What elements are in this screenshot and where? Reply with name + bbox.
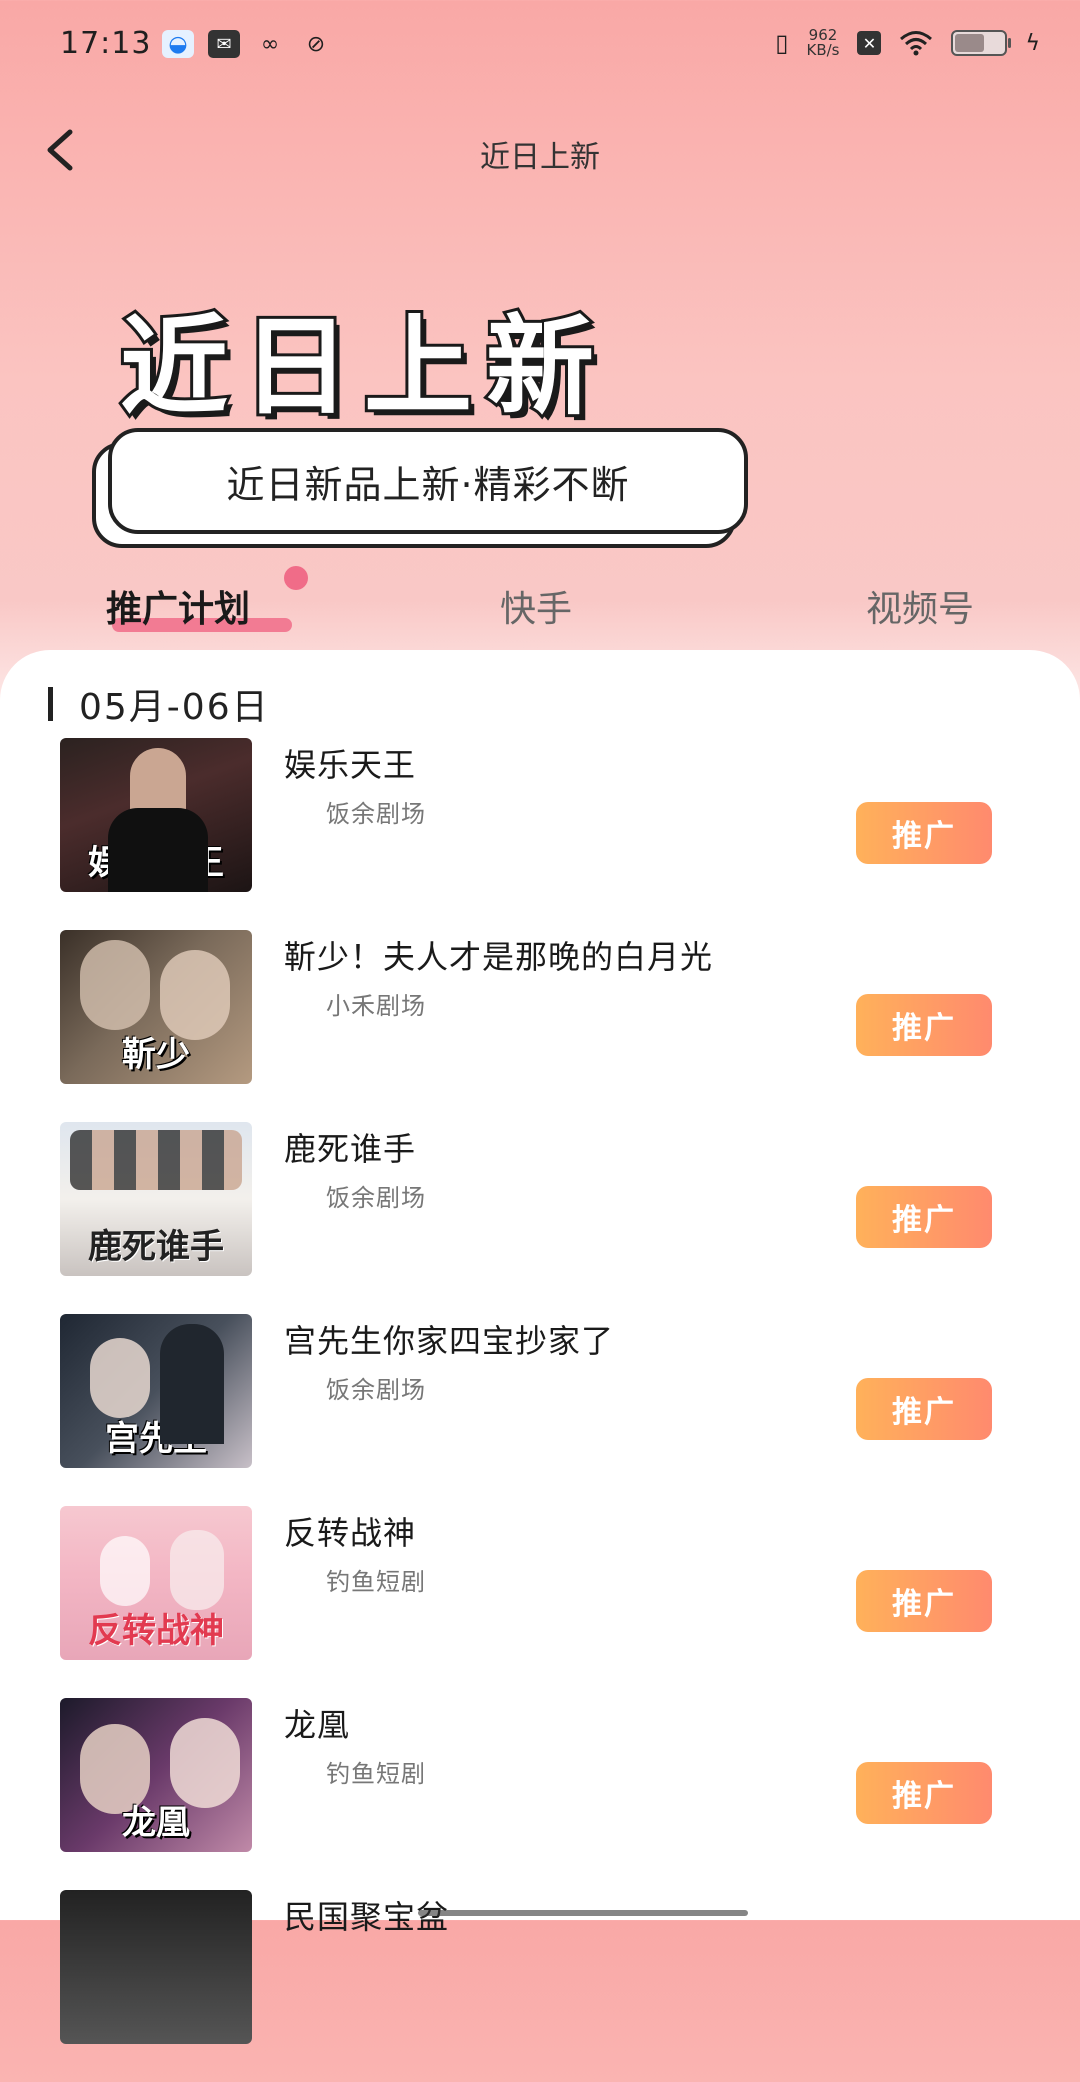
status-right: ▯ 962 KB/s ✕ ϟ <box>775 28 1040 58</box>
list-item[interactable]: 鹿死谁手 鹿死谁手 饭余剧场 推广 <box>0 1122 1080 1314</box>
link-icon: ∞ <box>260 31 280 57</box>
top-nav: 近日上新 <box>0 120 1080 180</box>
promote-button[interactable]: 推广 <box>856 1186 992 1248</box>
tab-video-account[interactable]: 视频号 <box>866 580 974 632</box>
drama-source: 钓鱼短剧 <box>326 1568 426 1596</box>
date-header: 05月-06日 <box>48 678 270 730</box>
date-label: 05月-06日 <box>79 687 270 728</box>
wifi-icon <box>900 31 933 56</box>
mail-icon: ✉ <box>208 30 240 58</box>
hero-tagline: 近日新品上新·精彩不断 <box>108 428 748 534</box>
list-item[interactable]: 娱乐天王 娱乐天王 饭余剧场 推广 <box>0 738 1080 930</box>
drama-source: 小禾剧场 <box>326 992 426 1020</box>
battery-icon <box>951 30 1012 56</box>
drama-source: 饭余剧场 <box>326 1184 426 1212</box>
drama-title[interactable]: 鹿死谁手 <box>284 1124 416 1170</box>
drama-title[interactable]: 靳少！夫人才是那晚的白月光 <box>284 932 713 978</box>
app-swoosh-icon: ⊘ <box>306 31 326 57</box>
poster-image[interactable]: 靳少 <box>60 930 252 1084</box>
list-item[interactable]: 靳少 靳少！夫人才是那晚的白月光 小禾剧场 推广 <box>0 930 1080 1122</box>
poster-image[interactable]: 宫先生 <box>60 1314 252 1468</box>
vibrate-icon: ▯ <box>775 29 789 57</box>
poster-title: 娱乐天王 <box>88 843 224 883</box>
date-marker <box>48 687 53 721</box>
bolt-icon: ϟ <box>1025 30 1040 56</box>
drama-title[interactable]: 娱乐天王 <box>284 740 416 786</box>
poster-image[interactable]: 鹿死谁手 <box>60 1122 252 1276</box>
platform-tabs: 推广计划 快手 视频号 <box>0 566 1080 640</box>
list-item[interactable]: 反转战神 反转战神 钓鱼短剧 推广 <box>0 1506 1080 1698</box>
home-indicator[interactable] <box>418 1910 748 1916</box>
drama-title[interactable]: 反转战神 <box>284 1508 416 1554</box>
battery-level <box>955 34 985 52</box>
poster-image[interactable]: 龙凰 <box>60 1698 252 1852</box>
network-speed: 962 KB/s <box>806 28 839 58</box>
poster-image[interactable]: 反转战神 <box>60 1506 252 1660</box>
drama-source: 饭余剧场 <box>326 800 426 828</box>
promote-button[interactable]: 推广 <box>856 994 992 1056</box>
page-title: 近日上新 <box>480 140 600 175</box>
content-panel: 05月-06日 娱乐天王 娱乐天王 饭余剧场 推广 靳少 靳少！夫人才是那晚的白… <box>0 650 1080 2044</box>
promote-button[interactable]: 推广 <box>856 1762 992 1824</box>
app-notification-icon: ◒ <box>162 30 194 58</box>
poster-title: 鹿死谁手 <box>88 1227 224 1267</box>
poster-title: 反转战神 <box>88 1611 224 1651</box>
promote-button[interactable]: 推广 <box>856 802 992 864</box>
tab-kuaishou[interactable]: 快手 <box>500 580 572 632</box>
poster-image[interactable]: 娱乐天王 <box>60 738 252 892</box>
list-item[interactable]: 宫先生 宫先生你家四宝抄家了 饭余剧场 推广 <box>0 1314 1080 1506</box>
drama-title[interactable]: 龙凰 <box>284 1700 350 1746</box>
list-item[interactable]: 龙凰 龙凰 钓鱼短剧 推广 <box>0 1698 1080 1890</box>
poster-title: 龙凰 <box>122 1803 190 1843</box>
tab-promotion-plan[interactable]: 推广计划 <box>106 580 250 632</box>
poster-image[interactable] <box>60 1890 252 2044</box>
status-bar: 17:13 ◒ ✉ ∞ ⊘ ▯ 962 KB/s ✕ ϟ <box>0 0 1080 96</box>
promote-button[interactable]: 推广 <box>856 1378 992 1440</box>
drama-source: 钓鱼短剧 <box>326 1760 426 1788</box>
hero-title: 近日上新 <box>117 302 609 433</box>
network-speed-unit: KB/s <box>806 41 840 59</box>
drama-source: 饭余剧场 <box>326 1376 426 1404</box>
poster-title: 宫先生 <box>105 1419 207 1459</box>
status-time: 17:13 <box>60 26 152 61</box>
list-item[interactable]: 民国聚宝盆 <box>0 1890 1080 2082</box>
promote-button[interactable]: 推广 <box>856 1570 992 1632</box>
drama-title[interactable]: 宫先生你家四宝抄家了 <box>284 1316 614 1362</box>
notification-icons: ◒ ✉ ∞ ⊘ <box>162 30 332 58</box>
poster-title: 靳少 <box>122 1035 190 1075</box>
tab-badge-dot <box>284 566 308 590</box>
sim-off-icon: ✕ <box>857 31 882 55</box>
